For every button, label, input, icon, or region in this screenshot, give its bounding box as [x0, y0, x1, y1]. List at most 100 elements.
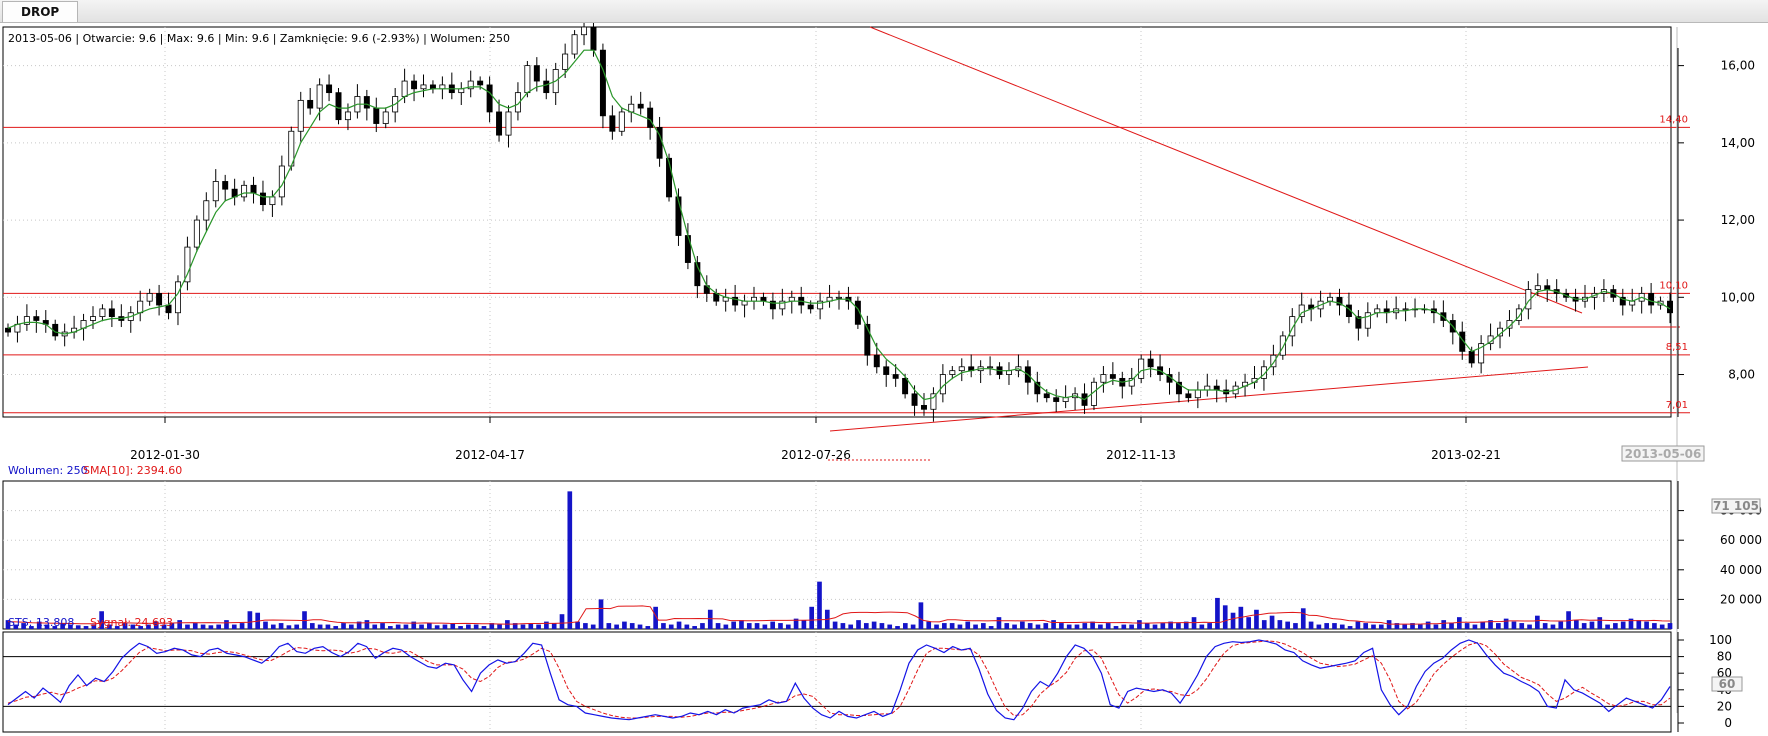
volume-bar [1355, 621, 1361, 629]
volume-bar [1160, 623, 1166, 629]
candle-body [33, 316, 40, 321]
volume-bar [317, 624, 323, 629]
volume-panel[interactable]: 20 00040 00060 00080 000 71 105 Wolumen:… [2, 464, 1762, 630]
price-y-tick-label: 12,00 [1721, 213, 1755, 227]
volume-bar [473, 624, 479, 629]
volume-bar [590, 624, 596, 629]
volume-bar [1113, 626, 1119, 629]
volume-bar [1605, 624, 1610, 629]
candle-body [958, 366, 965, 372]
candle-body [316, 84, 323, 109]
candle-body [1667, 300, 1673, 314]
volume-bar [1597, 617, 1603, 629]
candle-body [1100, 374, 1107, 383]
candle-body [165, 304, 172, 314]
volume-bar [981, 623, 986, 629]
volume-bar [427, 623, 432, 629]
volume-bar [497, 624, 502, 629]
candle-body [1147, 358, 1154, 368]
price-info: 2013-05-06 | Otwarcie: 9.6 | Max: 9.6 | … [8, 32, 510, 45]
volume-bar [309, 623, 315, 629]
candle-body [1109, 374, 1116, 379]
chart-area[interactable]: 8,00 10,00 12,00 14,00 16,00 14,40 10,10 8,51 7… [0, 23, 1768, 736]
volume-bar [1246, 617, 1251, 629]
volume-bar [278, 623, 284, 629]
volume-bar [208, 625, 214, 629]
date-tick-label: 2012-07-26 [781, 448, 851, 462]
candle-body [486, 84, 493, 113]
candle-body [543, 80, 550, 94]
volume-bar [536, 624, 541, 629]
volume-bar [1324, 623, 1330, 629]
candle-body [146, 293, 153, 302]
candle-body [911, 393, 918, 406]
volume-bar [1378, 624, 1384, 629]
volume-plot-frame [2, 480, 1672, 630]
volume-bar [879, 623, 885, 629]
volume-bar [177, 620, 182, 629]
volume-bar [910, 624, 916, 629]
volume-bar [544, 621, 549, 629]
candle-body [1402, 308, 1409, 311]
date-tick-label: 2012-01-30 [130, 448, 200, 462]
volume-bar [707, 609, 713, 629]
candle-body [1053, 397, 1060, 402]
candle-body [647, 107, 654, 128]
tab-drop[interactable]: DROP [2, 1, 79, 22]
volume-bar [1449, 623, 1454, 629]
stochastic-y-tick-label: 20 [1717, 699, 1732, 713]
volume-y-tick-label: 40 000 [1720, 563, 1762, 577]
stochastic-signal-info: Sygnał: 24.693 [90, 616, 173, 629]
candle-body [524, 65, 531, 94]
volume-bar [1059, 623, 1064, 629]
volume-bar [1433, 624, 1439, 629]
volume-bar [442, 624, 448, 629]
volume-bar [1152, 624, 1158, 629]
volume-bar [1652, 623, 1657, 629]
volume-y-tick-label: 60 000 [1720, 533, 1762, 547]
candle-body [5, 327, 11, 333]
volume-bar [668, 624, 674, 629]
volume-bar [1144, 623, 1150, 629]
level-label: 10,10 [1659, 280, 1688, 291]
candle-body [751, 296, 757, 302]
volume-bar [1300, 608, 1306, 629]
volume-bar [801, 620, 807, 629]
volume-bar [1261, 620, 1267, 629]
volume-bar [1027, 623, 1033, 629]
volume-y-tick-label: 20 000 [1720, 592, 1762, 606]
volume-bar [341, 623, 346, 629]
stochastic-panel[interactable]: 020406080100 60 STS: 13.808 Sygnał: 24.6… [2, 616, 1743, 733]
volume-bar [1456, 617, 1462, 629]
volume-bar [739, 620, 744, 629]
candle-body [344, 111, 351, 121]
candle-body [571, 34, 578, 55]
candle-body [1279, 335, 1286, 356]
volume-bar [1581, 623, 1587, 629]
candle-body [1138, 358, 1145, 379]
volume-bar [434, 625, 440, 629]
volume-bar [364, 620, 370, 629]
volume-bar [1464, 623, 1470, 629]
volume-bar [996, 617, 1002, 629]
volume-bar [1277, 620, 1283, 629]
candle-body [496, 111, 503, 136]
volume-bar [551, 623, 557, 629]
candle-body [222, 181, 229, 190]
candle-body [477, 80, 484, 86]
volume-bar [559, 614, 565, 629]
volume-bar [263, 621, 268, 629]
volume-bar [988, 626, 994, 629]
volume-bar [1332, 623, 1337, 629]
candle-body [505, 111, 512, 136]
volume-bar [856, 620, 861, 629]
candle-body [401, 80, 408, 97]
date-tick-label: 2012-04-17 [455, 448, 525, 462]
volume-bar [1371, 624, 1376, 629]
volume-bar [333, 626, 339, 629]
volume-bar [1511, 621, 1517, 629]
volume-bar [1020, 621, 1025, 629]
candle-body [137, 300, 144, 314]
volume-bar [1550, 624, 1556, 629]
volume-bar [754, 623, 760, 629]
